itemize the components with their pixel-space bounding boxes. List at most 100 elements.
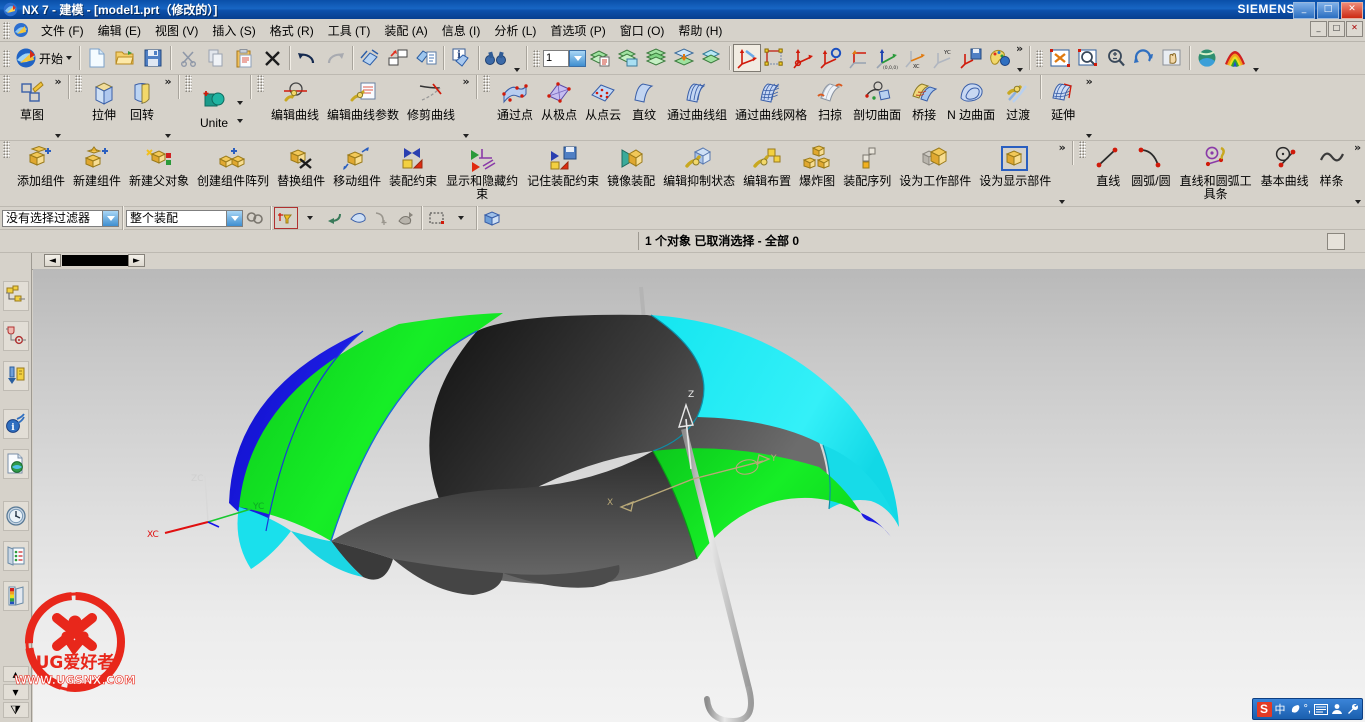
- chevron-down-icon[interactable]: [165, 134, 171, 138]
- rectangle-select-button[interactable]: [425, 207, 449, 229]
- save-button[interactable]: [139, 44, 167, 72]
- boolean-group-overflow[interactable]: [233, 83, 247, 140]
- layer-visible-in-view-button[interactable]: [614, 44, 642, 72]
- object-display-button[interactable]: [384, 44, 412, 72]
- window-close-button[interactable]: ✕: [1341, 2, 1363, 19]
- sketch-button[interactable]: 草图: [13, 75, 51, 140]
- extend-group-overflow[interactable]: »: [1082, 75, 1096, 140]
- wcs-yc-button[interactable]: YC: [929, 44, 957, 72]
- spline-button[interactable]: 样条: [1313, 141, 1351, 206]
- select-face-button[interactable]: [346, 207, 370, 229]
- exploded-view-button[interactable]: 爆炸图: [795, 141, 839, 206]
- copy-button[interactable]: [202, 44, 230, 72]
- analysis-button[interactable]: [482, 44, 510, 72]
- edit-curve-button[interactable]: 编辑曲线: [267, 75, 323, 140]
- from-point-cloud-button[interactable]: 从点云: [581, 75, 625, 140]
- ime-language-bar[interactable]: S 中 °,: [1251, 698, 1363, 720]
- sidebar-item-history[interactable]: [2, 501, 29, 531]
- umbrella-model[interactable]: Z Y X ZC YC XC: [33, 269, 1365, 722]
- wcs-origin-button[interactable]: [789, 44, 817, 72]
- overflow-chevron-icon[interactable]: »: [162, 76, 173, 87]
- assembly-sequence-button[interactable]: 装配序列: [839, 141, 895, 206]
- assembly-group-grip[interactable]: [3, 141, 10, 158]
- work-layer-dropdown[interactable]: [569, 49, 587, 67]
- curve-group-grip[interactable]: [1079, 141, 1087, 158]
- render-style-button[interactable]: [1221, 44, 1249, 72]
- hide-button[interactable]: [394, 207, 418, 229]
- translucency-button[interactable]: [356, 44, 384, 72]
- sidebar-item-assembly-navigator[interactable]: [2, 281, 29, 311]
- surface-group-grip[interactable]: [483, 75, 491, 92]
- information-button[interactable]: i: [447, 44, 475, 72]
- assembly-group-overflow[interactable]: »: [1055, 141, 1069, 206]
- wcs-orient-button[interactable]: [761, 44, 789, 72]
- trim-curve-button[interactable]: 修剪曲线: [403, 75, 459, 140]
- section-surface-button[interactable]: 剖切曲面: [849, 75, 905, 140]
- open-file-button[interactable]: [111, 44, 139, 72]
- move-to-layer-button[interactable]: [642, 44, 670, 72]
- layer-settings-button[interactable]: [586, 44, 614, 72]
- new-file-button[interactable]: [83, 44, 111, 72]
- bridge-button[interactable]: 桥接: [905, 75, 943, 140]
- nav-next-button[interactable]: ►: [128, 254, 145, 267]
- swept-button[interactable]: 扫掠: [811, 75, 849, 140]
- menu-view[interactable]: 视图 (V): [148, 20, 205, 41]
- pan-button[interactable]: [1158, 44, 1186, 72]
- snap-dropdown-icon[interactable]: [307, 216, 313, 220]
- extend-button[interactable]: 延伸: [1044, 75, 1082, 140]
- ime-punctuation-label[interactable]: °,: [1304, 703, 1311, 715]
- selection-scope-dropdown-icon[interactable]: [226, 210, 242, 226]
- basic-curves-button[interactable]: 基本曲线: [1257, 141, 1313, 206]
- overflow-chevron-icon[interactable]: »: [1014, 43, 1025, 54]
- copy-to-layer-button[interactable]: [670, 44, 698, 72]
- curve-edit-group-grip[interactable]: [257, 75, 264, 92]
- edit-suppression-button[interactable]: 编辑抑制状态: [659, 141, 739, 206]
- layer-category-button[interactable]: [698, 44, 726, 72]
- wcs-set-origin-button[interactable]: (0,0,0): [873, 44, 901, 72]
- doc-minimize-button[interactable]: _: [1310, 21, 1327, 37]
- edit-arrangement-button[interactable]: 编辑布置: [739, 141, 795, 206]
- chevron-down-icon[interactable]: [1016, 68, 1023, 72]
- remember-constraint-button[interactable]: 记住装配约束: [523, 141, 603, 206]
- cube-face-button[interactable]: [480, 207, 504, 229]
- show-hide-constraints-button[interactable]: 显示和隐藏约束: [441, 141, 523, 206]
- ruled-button[interactable]: 直纹: [625, 75, 663, 140]
- view-toolbar-overflow[interactable]: [1249, 44, 1262, 72]
- curve-edit-group-overflow[interactable]: »: [459, 75, 473, 140]
- wcs-dynamics-button[interactable]: [733, 44, 762, 72]
- sidebar-item-web-browser[interactable]: [2, 449, 29, 479]
- resource-scroll-up-button[interactable]: ▴: [2, 666, 29, 682]
- menu-help[interactable]: 帮助 (H): [671, 20, 729, 41]
- overflow-chevron-icon[interactable]: »: [1352, 142, 1363, 153]
- work-layer-input[interactable]: [543, 49, 570, 67]
- wcs-rotate-button[interactable]: [817, 44, 845, 72]
- doc-maximize-button[interactable]: □: [1328, 21, 1345, 37]
- moon-icon[interactable]: [1289, 703, 1301, 715]
- through-curve-mesh-button[interactable]: 通过曲线网格: [731, 75, 811, 140]
- chevron-down-icon[interactable]: [1252, 68, 1259, 72]
- chevron-down-icon[interactable]: [1086, 134, 1093, 138]
- wrench-icon[interactable]: [1346, 703, 1358, 715]
- selection-scope-combo[interactable]: 整个装配: [126, 209, 243, 227]
- window-maximize-button[interactable]: □: [1317, 2, 1339, 19]
- redo-button[interactable]: [321, 44, 349, 72]
- fit-view-button[interactable]: [1046, 44, 1074, 72]
- select-mode-dropdown-button[interactable]: [449, 207, 473, 229]
- transition-button[interactable]: 过渡: [999, 75, 1037, 140]
- menu-grip[interactable]: [3, 21, 10, 39]
- wcs-save-button[interactable]: [957, 44, 985, 72]
- menu-analysis[interactable]: 分析 (L): [487, 20, 543, 41]
- chevron-down-icon[interactable]: [463, 134, 470, 138]
- curve-snap-button[interactable]: [370, 207, 394, 229]
- sogou-logo-icon[interactable]: S: [1256, 701, 1272, 717]
- new-parent-button[interactable]: 新建父对象: [125, 141, 193, 206]
- sidebar-item-reuse-library[interactable]: i: [2, 409, 29, 439]
- menu-insert[interactable]: 插入 (S): [205, 20, 262, 41]
- through-curve-group-button[interactable]: 通过曲线组: [663, 75, 731, 140]
- select-general-button[interactable]: [243, 207, 267, 229]
- extrude-button[interactable]: 拉伸: [85, 75, 123, 140]
- unite-button[interactable]: Unite: [195, 83, 233, 140]
- menu-format[interactable]: 格式 (R): [263, 20, 321, 41]
- line-arc-toolbar-button[interactable]: 直线和圆弧工具条: [1175, 141, 1257, 206]
- ime-language-label[interactable]: 中: [1275, 701, 1286, 717]
